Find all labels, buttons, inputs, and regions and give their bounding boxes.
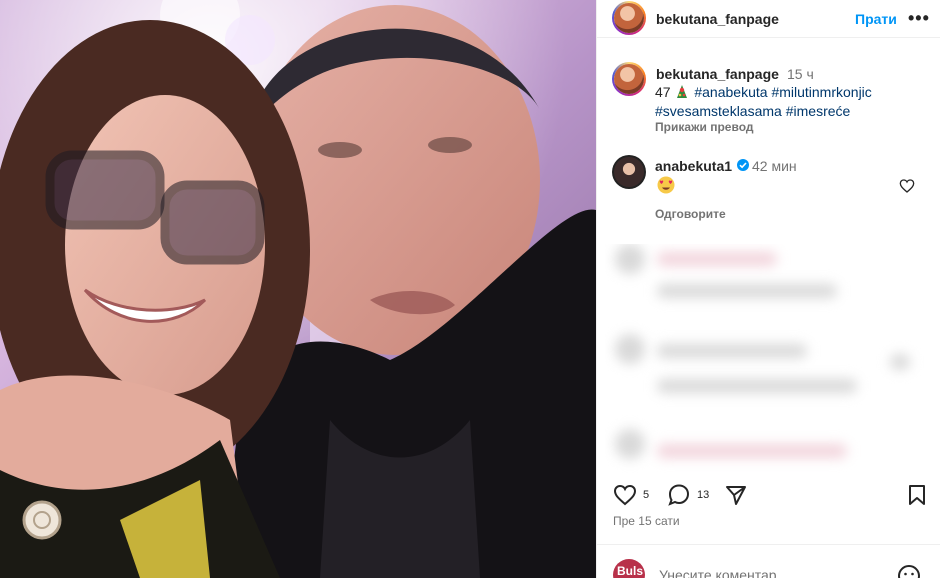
header-username[interactable]: bekutana_fanpage [656, 11, 779, 27]
show-translation-link[interactable]: Прикажи превод [655, 120, 754, 134]
comment-count: 13 [697, 489, 710, 501]
like-count: 5 [643, 489, 650, 501]
add-comment-bar: Buls [597, 544, 940, 578]
caption-time: 15 ч [787, 66, 814, 82]
more-options-icon[interactable]: ••• [908, 8, 930, 29]
hashtag-link[interactable]: #svesamsteklasama [655, 103, 782, 119]
post-action-bar: 5 13 [597, 484, 940, 510]
caption-username[interactable]: bekutana_fanpage [656, 66, 779, 82]
follow-button[interactable]: Прати [855, 11, 897, 27]
post-photo-illustration [0, 0, 596, 578]
caption-emoji-icon [674, 84, 694, 100]
verified-badge-icon [737, 159, 749, 171]
share-icon[interactable] [725, 484, 747, 511]
blurred-comments-area [605, 244, 940, 494]
caption-text: 47 #anabekuta #milutinmrkonjic #svesamst… [655, 83, 925, 121]
like-heart-icon[interactable] [613, 484, 637, 511]
current-user-avatar-text: Buls [617, 564, 644, 578]
comment-username[interactable]: anabekuta1 [655, 158, 732, 174]
caption-prefix: 47 [655, 84, 671, 100]
post-photo [0, 0, 596, 578]
reply-button[interactable]: Одговорите [655, 207, 726, 221]
post-side-panel: bekutana_fanpage Прати ••• bekutana_fanp… [596, 0, 940, 578]
comment-time: 42 мин [752, 158, 797, 174]
current-user-avatar: Buls [613, 559, 645, 578]
hashtag-link[interactable]: #anabekuta [694, 84, 767, 100]
save-bookmark-icon[interactable] [907, 484, 927, 511]
emoji-picker-icon[interactable] [897, 564, 921, 578]
comment-input[interactable] [659, 567, 869, 578]
hashtag-link[interactable]: #imesreće [786, 103, 851, 119]
comment-bubble-icon[interactable] [667, 484, 691, 511]
comment-like-heart-icon[interactable] [899, 178, 915, 194]
comment-avatar[interactable] [612, 155, 646, 189]
heart-eyes-emoji-icon [656, 176, 676, 194]
post-header: bekutana_fanpage Прати ••• [597, 0, 940, 38]
post-time-ago: Пре 15 сати [613, 514, 680, 528]
hashtag-link[interactable]: #milutinmrkonjic [771, 84, 871, 100]
header-avatar[interactable] [612, 1, 646, 35]
caption-avatar[interactable] [612, 62, 646, 96]
